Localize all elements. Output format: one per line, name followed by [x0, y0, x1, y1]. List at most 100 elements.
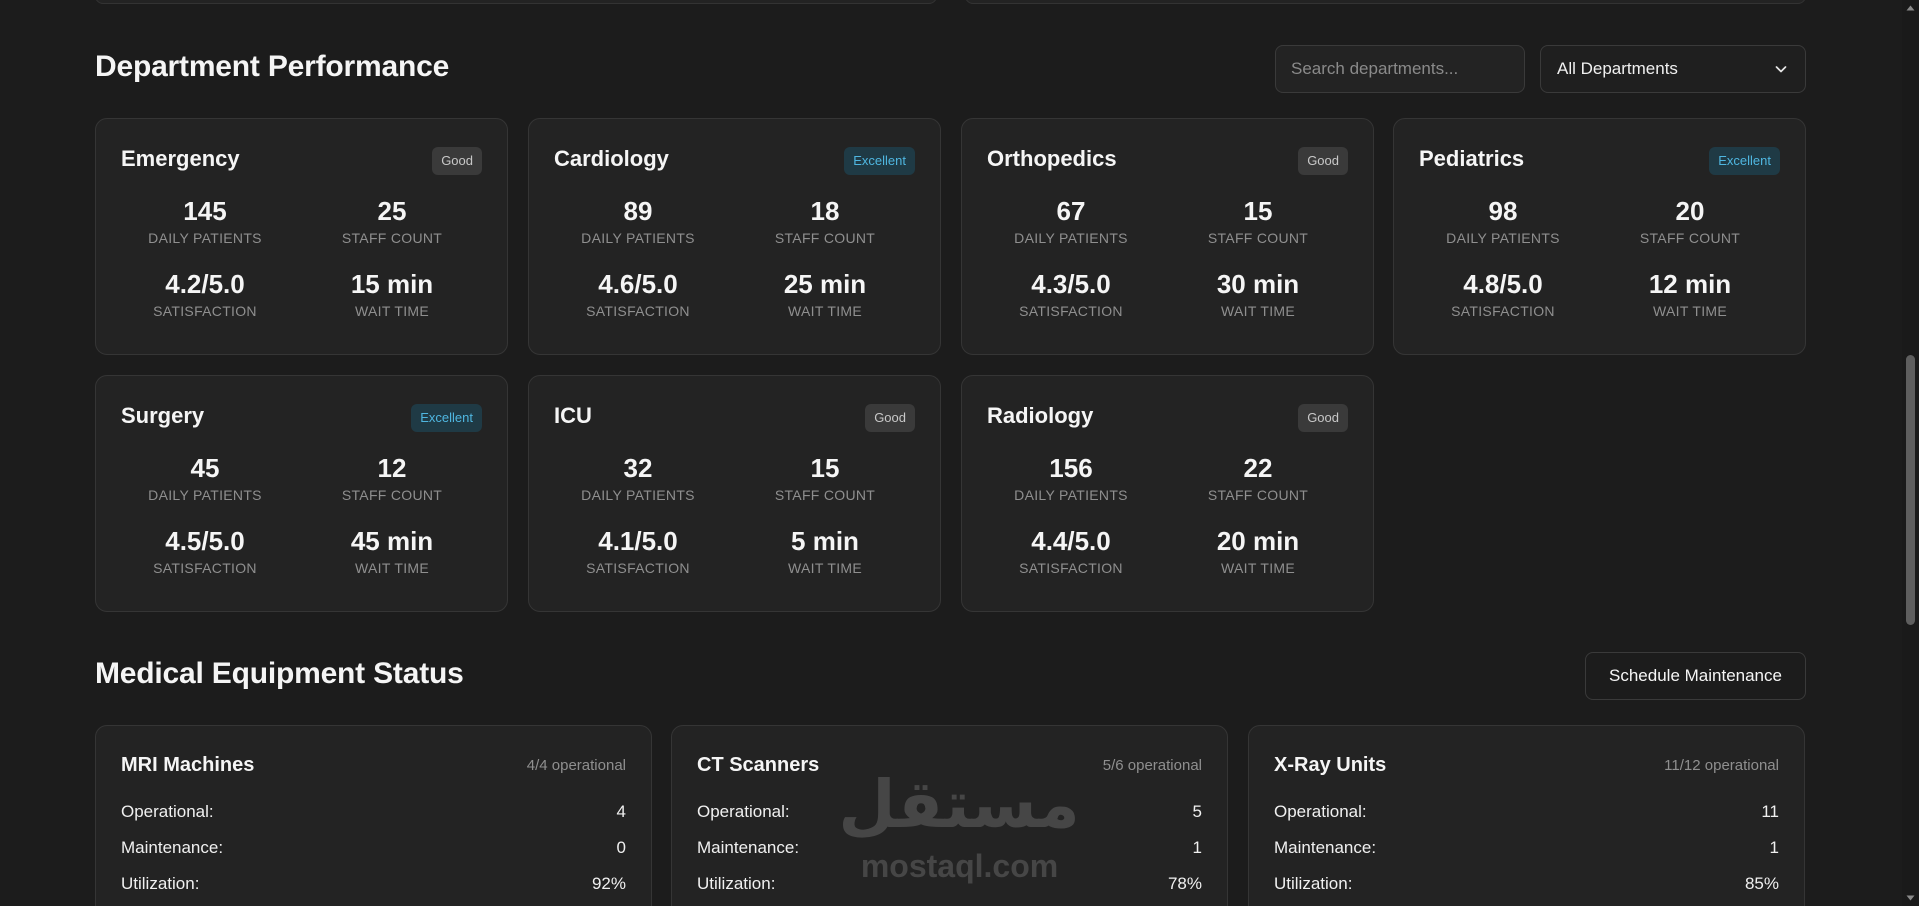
metric-value: 25 [377, 196, 407, 226]
row-label: Operational: [121, 802, 214, 821]
satisfaction-metric: 4.5/5.0 SATISFACTION [110, 526, 300, 576]
daily-patients-metric: 32 DAILY PATIENTS [543, 453, 733, 503]
satisfaction-metric: 4.3/5.0 SATISFACTION [976, 269, 1166, 319]
row-value: 4 [616, 802, 626, 821]
scrollbar-thumb[interactable] [1906, 355, 1915, 625]
equipment-status: 4/4 operational [526, 757, 626, 774]
metric-value: 67 [1056, 196, 1086, 226]
status-badge: Good [865, 404, 915, 432]
equipment-status: 11/12 operational [1664, 757, 1779, 774]
metric-value: 45 min [350, 526, 434, 556]
wait-time-metric: 30 min WAIT TIME [1163, 269, 1353, 319]
department-card[interactable]: Cardiology Excellent 89 DAILY PATIENTS 18… [528, 118, 941, 355]
wait-time-metric: 45 min WAIT TIME [297, 526, 487, 576]
staff-count-metric: 20 STAFF COUNT [1595, 196, 1785, 246]
wait-time-metric: 5 min WAIT TIME [730, 526, 920, 576]
metric-label: STAFF COUNT [1207, 230, 1309, 246]
daily-patients-metric: 67 DAILY PATIENTS [976, 196, 1166, 246]
department-filter-value: All Departments [1557, 59, 1678, 78]
metric-value: 4.3/5.0 [1031, 269, 1111, 299]
previous-card-left [95, 0, 937, 4]
metric-value: 98 [1488, 196, 1518, 226]
staff-count-metric: 15 STAFF COUNT [1163, 196, 1353, 246]
department-card[interactable]: Radiology Good 156 DAILY PATIENTS 22 STAFF… [961, 375, 1374, 612]
row-label: Operational: [1274, 802, 1367, 821]
wait-time-metric: 12 min WAIT TIME [1595, 269, 1785, 319]
metric-value: 4.8/5.0 [1463, 269, 1543, 299]
department-card[interactable]: Pediatrics Excellent 98 DAILY PATIENTS 20… [1393, 118, 1806, 355]
wait-time-metric: 15 min WAIT TIME [297, 269, 487, 319]
row-label: Utilization: [121, 874, 200, 893]
metric-label: WAIT TIME [1653, 303, 1727, 319]
page-scrollbar[interactable] [1902, 0, 1919, 906]
department-card[interactable]: Orthopedics Good 67 DAILY PATIENTS 15 STAF… [961, 118, 1374, 355]
row-label: Maintenance: [1274, 838, 1377, 857]
metric-label: WAIT TIME [788, 303, 862, 319]
scroll-up-arrow-icon[interactable] [1906, 4, 1915, 12]
department-filter-select[interactable]: All Departments [1540, 45, 1806, 93]
metric-label: STAFF COUNT [341, 487, 443, 503]
equipment-card[interactable]: MRI Machines 4/4 operational Operational… [95, 725, 652, 906]
chevron-down-icon [1775, 66, 1787, 73]
search-departments-input[interactable] [1275, 45, 1525, 93]
equipment-name: X-Ray Units [1274, 754, 1387, 776]
department-card[interactable]: Emergency Good 145 DAILY PATIENTS 25 STAFF… [95, 118, 508, 355]
metric-label: DAILY PATIENTS [148, 487, 262, 503]
metric-label: SATISFACTION [586, 560, 690, 576]
satisfaction-metric: 4.6/5.0 SATISFACTION [543, 269, 733, 319]
row-label: Utilization: [697, 874, 776, 893]
maintenance-row: Maintenance: 1 [697, 838, 1202, 860]
metric-value: 4.4/5.0 [1031, 526, 1111, 556]
department-name: Surgery [121, 403, 205, 428]
row-value: 92% [591, 874, 626, 893]
metric-value: 89 [623, 196, 653, 226]
status-badge: Excellent [411, 404, 482, 432]
metric-label: DAILY PATIENTS [1446, 230, 1560, 246]
status-badge: Excellent [1709, 147, 1780, 175]
metric-label: STAFF COUNT [774, 230, 876, 246]
metric-value: 156 [1049, 453, 1093, 483]
dashboard-page: Department Performance All Departments E… [0, 0, 1919, 906]
wait-time-metric: 20 min WAIT TIME [1163, 526, 1353, 576]
metric-value: 12 min [1648, 269, 1732, 299]
schedule-maintenance-button[interactable]: Schedule Maintenance [1585, 652, 1806, 700]
equipment-status: 5/6 operational [1102, 757, 1202, 774]
row-value: 1 [1192, 838, 1202, 857]
scroll-down-arrow-icon[interactable] [1906, 894, 1915, 902]
satisfaction-metric: 4.1/5.0 SATISFACTION [543, 526, 733, 576]
department-card[interactable]: Surgery Excellent 45 DAILY PATIENTS 12 STA… [95, 375, 508, 612]
row-value: 5 [1192, 802, 1202, 821]
daily-patients-metric: 145 DAILY PATIENTS [110, 196, 300, 246]
operational-row: Operational: 5 [697, 802, 1202, 824]
status-badge: Good [1298, 147, 1348, 175]
metric-value: 45 [190, 453, 220, 483]
metric-label: SATISFACTION [1451, 303, 1555, 319]
status-badge: Good [432, 147, 482, 175]
equipment-name: MRI Machines [121, 754, 255, 776]
metric-value: 12 [377, 453, 407, 483]
equipment-card[interactable]: CT Scanners 5/6 operational Operational:… [671, 725, 1228, 906]
metric-value: 20 min [1216, 526, 1300, 556]
metric-label: SATISFACTION [1019, 560, 1123, 576]
metric-label: SATISFACTION [586, 303, 690, 319]
maintenance-row: Maintenance: 0 [121, 838, 626, 860]
metric-value: 5 min [791, 526, 859, 556]
staff-count-metric: 25 STAFF COUNT [297, 196, 487, 246]
daily-patients-metric: 156 DAILY PATIENTS [976, 453, 1166, 503]
department-name: Orthopedics [987, 146, 1117, 171]
status-badge: Excellent [844, 147, 915, 175]
metric-label: STAFF COUNT [1207, 487, 1309, 503]
staff-count-metric: 22 STAFF COUNT [1163, 453, 1353, 503]
department-card[interactable]: ICU Good 32 DAILY PATIENTS 15 STAFF COUNT … [528, 375, 941, 612]
equipment-name: CT Scanners [697, 754, 820, 776]
equipment-section-title: Medical Equipment Status [95, 657, 464, 690]
metric-value: 4.5/5.0 [165, 526, 245, 556]
metric-value: 15 min [350, 269, 434, 299]
metric-value: 25 min [783, 269, 867, 299]
metric-label: STAFF COUNT [341, 230, 443, 246]
metric-value: 15 [810, 453, 840, 483]
metric-value: 32 [623, 453, 653, 483]
metric-label: STAFF COUNT [774, 487, 876, 503]
metric-label: DAILY PATIENTS [148, 230, 262, 246]
equipment-card[interactable]: X-Ray Units 11/12 operational Operationa… [1248, 725, 1805, 906]
